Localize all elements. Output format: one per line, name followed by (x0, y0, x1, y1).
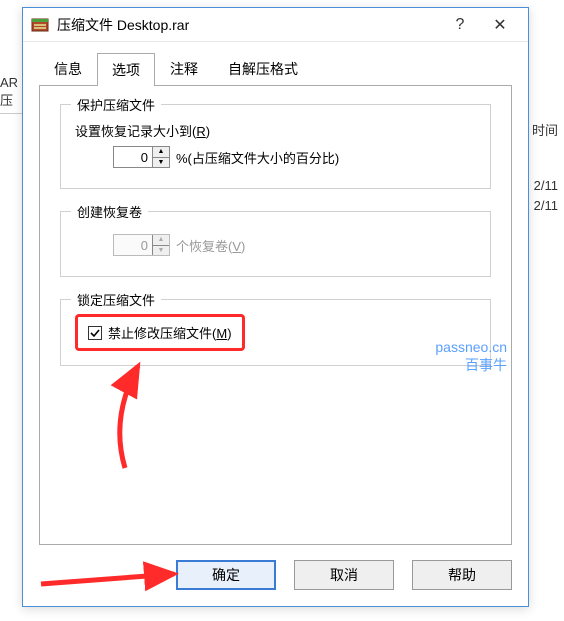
ok-button[interactable]: 确定 (176, 560, 276, 590)
spinner-down-icon[interactable]: ▼ (153, 158, 169, 168)
tab-options[interactable]: 选项 (97, 53, 155, 86)
background-date-2: 2/11 (534, 198, 558, 213)
recovery-volumes-suffix: 个恢复卷(V) (176, 236, 245, 255)
recovery-volumes-legend: 创建恢复卷 (71, 202, 148, 221)
lock-archive-label: 禁止修改压缩文件(M) (108, 323, 232, 342)
tab-bar: 信息 选项 注释 自解压格式 (39, 52, 512, 85)
protect-legend: 保护压缩文件 (71, 95, 161, 114)
background-text-fragment: AR 压 (0, 75, 22, 114)
lock-archive-checkbox[interactable] (88, 326, 102, 340)
lock-archive-fieldset: 锁定压缩文件 禁止修改压缩文件(M) (60, 299, 491, 366)
recovery-volumes-fieldset: 创建恢复卷 ▲ ▼ 个恢复卷(V) (60, 211, 491, 277)
lock-legend: 锁定压缩文件 (71, 290, 161, 309)
checkmark-icon (90, 328, 100, 338)
recovery-record-input[interactable] (114, 147, 152, 167)
spinner-up-icon: ▲ (153, 235, 169, 246)
spinner-down-icon: ▼ (153, 246, 169, 256)
archive-properties-dialog: 压缩文件 Desktop.rar ? ✕ 信息 选项 注释 自解压格式 保护压缩… (22, 7, 529, 607)
dialog-title: 压缩文件 Desktop.rar (57, 15, 440, 35)
cancel-button[interactable]: 取消 (294, 560, 394, 590)
options-panel: 保护压缩文件 设置恢复记录大小到(R) ▲ ▼ %(占压缩文件大小的百分比) (39, 85, 512, 545)
titlebar: 压缩文件 Desktop.rar ? ✕ (23, 8, 528, 42)
recovery-record-label: 设置恢复记录大小到(R) (75, 121, 476, 140)
recovery-record-suffix: %(占压缩文件大小的百分比) (176, 148, 339, 167)
tab-info[interactable]: 信息 (39, 52, 97, 85)
recovery-volumes-spinner: ▲ ▼ (113, 234, 170, 256)
dialog-body: 信息 选项 注释 自解压格式 保护压缩文件 设置恢复记录大小到(R) ▲ ▼ (23, 42, 528, 546)
tab-comment[interactable]: 注释 (155, 52, 213, 85)
dialog-buttons: 确定 取消 帮助 (23, 546, 528, 606)
recovery-record-spinner[interactable]: ▲ ▼ (113, 146, 170, 168)
tab-sfx[interactable]: 自解压格式 (213, 52, 313, 85)
winrar-icon (31, 16, 49, 34)
close-button[interactable]: ✕ (480, 11, 520, 39)
background-date-1: 2/11 (534, 178, 558, 193)
annotation-highlight-box: 禁止修改压缩文件(M) (75, 314, 245, 351)
help-button[interactable]: ? (440, 11, 480, 39)
protect-archive-fieldset: 保护压缩文件 设置恢复记录大小到(R) ▲ ▼ %(占压缩文件大小的百分比) (60, 104, 491, 189)
spinner-up-icon[interactable]: ▲ (153, 147, 169, 158)
background-column-header: 时间 (532, 120, 558, 139)
help-dialog-button[interactable]: 帮助 (412, 560, 512, 590)
lock-archive-checkbox-row[interactable]: 禁止修改压缩文件(M) (88, 323, 232, 342)
recovery-volumes-input (114, 235, 152, 255)
